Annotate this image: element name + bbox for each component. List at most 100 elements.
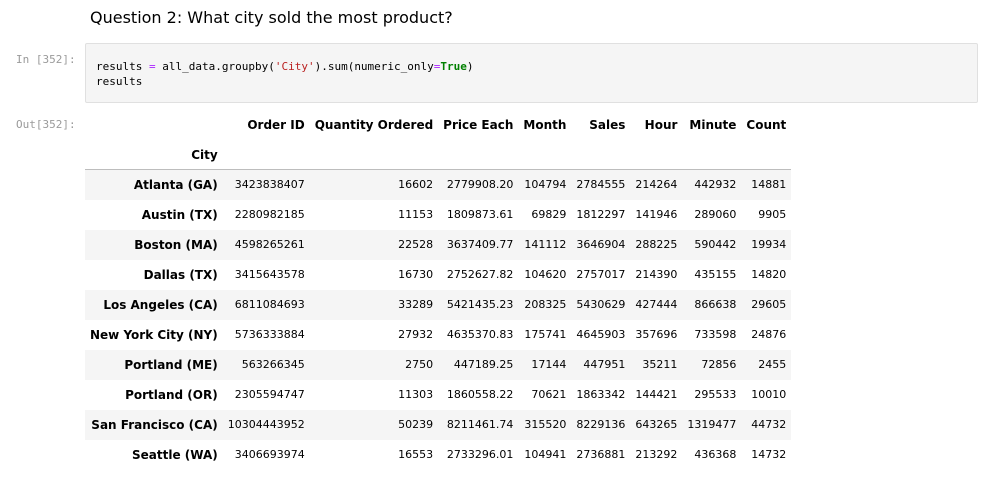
cell-order-id: 4598265261 xyxy=(234,238,305,251)
cell-sales: 1863342 xyxy=(576,388,626,401)
row-index-city: Atlanta (GA) xyxy=(133,177,218,192)
cell-quantity-ordered: 11153 xyxy=(398,208,434,221)
table-row: New York City (NY) 5736333884 27932 4635… xyxy=(85,320,791,350)
cell-order-id: 5736333884 xyxy=(234,328,305,341)
cell-order-id: 2305594747 xyxy=(234,388,305,401)
cell-minute: 295533 xyxy=(694,388,737,401)
table-row: Seattle (WA) 3406693974 16553 2733296.01… xyxy=(85,440,791,470)
code-cell[interactable]: results = all_data.groupby('City').sum(n… xyxy=(85,43,978,103)
table-row: Dallas (TX) 3415643578 16730 2752627.82 … xyxy=(85,260,791,290)
cell-hour: 213292 xyxy=(635,448,678,461)
table-row: San Francisco (CA) 10304443952 50239 821… xyxy=(85,409,792,440)
cell-sales: 2757017 xyxy=(576,268,626,281)
table-row: Austin (TX) 2280982185 11153 1809873.61 … xyxy=(85,200,791,230)
cell-minute: 1319477 xyxy=(687,418,737,431)
cell-quantity-ordered: 33289 xyxy=(398,298,434,311)
cell-order-id: 563266345 xyxy=(241,358,305,371)
cell-price-each: 2733296.01 xyxy=(446,448,514,461)
column-header-month: Month xyxy=(523,118,567,132)
cell-order-id: 6811084693 xyxy=(234,298,305,311)
code-keyword-true: True xyxy=(440,60,467,73)
question-heading: Question 2: What city sold the most prod… xyxy=(90,8,453,27)
column-header-minute: Minute xyxy=(689,118,737,132)
cell-sales: 2736881 xyxy=(576,448,626,461)
cell-count: 29605 xyxy=(751,298,787,311)
cell-count: 44732 xyxy=(751,418,787,431)
cell-sales: 447951 xyxy=(583,358,626,371)
cell-month: 208325 xyxy=(524,298,567,311)
cell-sales: 4645903 xyxy=(576,328,626,341)
column-header-price-each: Price Each xyxy=(443,118,514,132)
table-row: Los Angeles (CA) 6811084693 33289 542143… xyxy=(85,289,792,320)
cell-month: 104794 xyxy=(524,178,567,192)
table-body: Atlanta (GA) 3423838407 16602 2779908.20… xyxy=(85,169,792,470)
cell-sales: 3646904 xyxy=(576,238,626,251)
code-editor[interactable]: results = all_data.groupby('City').sum(n… xyxy=(96,59,474,89)
cell-count: 14732 xyxy=(751,448,787,461)
cell-hour: 288225 xyxy=(635,238,678,251)
cell-hour: 643265 xyxy=(635,418,678,431)
cell-price-each: 3637409.77 xyxy=(446,238,514,251)
cell-price-each: 5421435.23 xyxy=(446,298,514,311)
cell-month: 141112 xyxy=(524,238,567,251)
results-dataframe: Order ID Quantity Ordered Price Each Mon… xyxy=(85,110,792,470)
row-index-city: Portland (ME) xyxy=(124,357,218,372)
row-index-city: Boston (MA) xyxy=(134,237,218,252)
cell-order-id: 3406693974 xyxy=(234,448,305,461)
code-line-2: results xyxy=(96,75,143,88)
cell-count: 14881 xyxy=(751,178,787,192)
code-call-sum: ).sum(numeric_only xyxy=(314,60,434,73)
table-row: Boston (MA) 4598265261 22528 3637409.77 … xyxy=(85,229,792,260)
output-prompt: Out[352]: xyxy=(16,118,76,131)
cell-count: 2455 xyxy=(758,358,787,371)
output-area: Order ID Quantity Ordered Price Each Mon… xyxy=(85,110,792,470)
cell-minute: 435155 xyxy=(694,268,737,281)
cell-sales: 5430629 xyxy=(576,298,626,311)
cell-count: 19934 xyxy=(751,238,787,251)
cell-minute: 590442 xyxy=(694,238,737,251)
row-index-city: Portland (OR) xyxy=(125,387,218,402)
cell-month: 175741 xyxy=(524,328,567,341)
cell-price-each: 4635370.83 xyxy=(446,328,514,341)
cell-order-id: 3415643578 xyxy=(234,268,305,281)
cell-quantity-ordered: 16730 xyxy=(398,268,434,281)
table-row: Portland (ME) 563266345 2750 447189.25 1… xyxy=(85,349,792,380)
cell-quantity-ordered: 2750 xyxy=(405,358,434,371)
cell-quantity-ordered: 16553 xyxy=(398,448,434,461)
cell-sales: 8229136 xyxy=(576,418,626,431)
cell-month: 315520 xyxy=(524,418,567,431)
code-string-arg: 'City' xyxy=(274,60,315,73)
cell-minute: 436368 xyxy=(694,448,737,461)
column-header-row: Order ID Quantity Ordered Price Each Mon… xyxy=(85,110,791,140)
index-name-row: City xyxy=(85,140,792,170)
row-index-city: Dallas (TX) xyxy=(143,267,218,282)
cell-price-each: 447189.25 xyxy=(453,358,514,371)
cell-month: 70621 xyxy=(531,388,567,401)
code-var: results xyxy=(96,60,143,73)
cell-quantity-ordered: 16602 xyxy=(398,178,434,192)
cell-minute: 72856 xyxy=(701,358,737,371)
cell-quantity-ordered: 27932 xyxy=(398,328,434,341)
cell-count: 9905 xyxy=(758,208,787,221)
row-index-city: New York City (NY) xyxy=(90,327,218,342)
row-index-city: San Francisco (CA) xyxy=(91,417,218,432)
column-header-quantity-ordered: Quantity Ordered xyxy=(314,118,434,132)
column-header-order-id: Order ID xyxy=(247,118,305,132)
cell-month: 104941 xyxy=(524,448,567,461)
cell-count: 14820 xyxy=(751,268,787,281)
corner-cell xyxy=(85,110,223,140)
cell-minute: 733598 xyxy=(694,328,737,341)
code-assign-op: = xyxy=(148,60,156,73)
input-prompt: In [352]: xyxy=(16,53,76,66)
cell-price-each: 1860558.22 xyxy=(446,388,514,401)
cell-hour: 35211 xyxy=(642,358,678,371)
cell-quantity-ordered: 50239 xyxy=(398,418,434,431)
cell-order-id: 3423838407 xyxy=(234,178,305,192)
cell-order-id: 2280982185 xyxy=(234,208,305,221)
table-row: Atlanta (GA) 3423838407 16602 2779908.20… xyxy=(85,169,792,200)
cell-price-each: 1809873.61 xyxy=(446,208,514,221)
cell-month: 104620 xyxy=(524,268,567,281)
cell-hour: 357696 xyxy=(635,328,678,341)
row-index-city: Los Angeles (CA) xyxy=(103,297,218,312)
cell-hour: 427444 xyxy=(635,298,678,311)
